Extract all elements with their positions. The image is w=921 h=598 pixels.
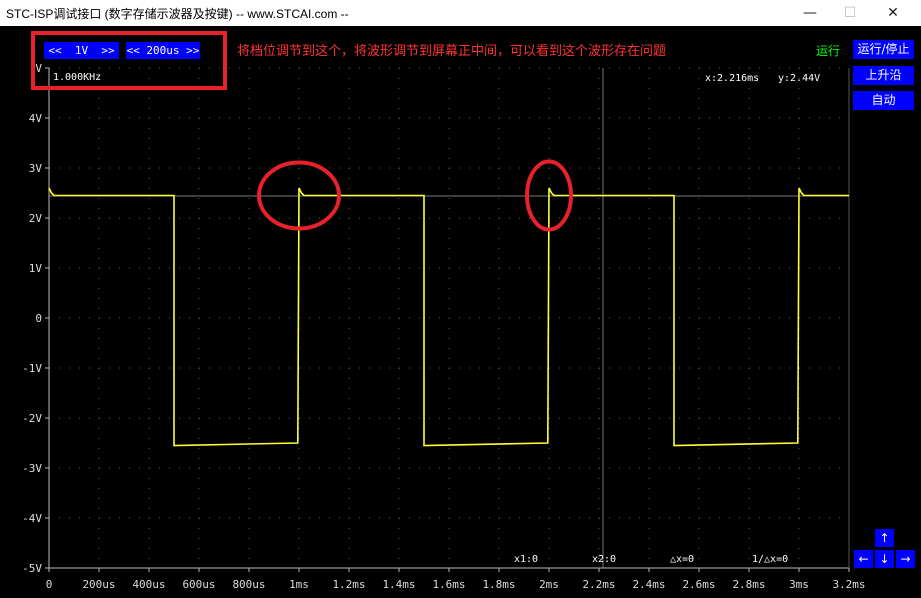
- run-stop-button[interactable]: 运行/停止: [853, 40, 914, 59]
- x-tick-label: 2.8ms: [732, 578, 765, 591]
- x-tick-label: 3.2ms: [832, 578, 865, 591]
- x-tick-label: 400us: [132, 578, 165, 591]
- y-tick-label: -1V: [22, 362, 42, 375]
- y-tick-label: 2V: [29, 212, 43, 225]
- x-tick-label: 1ms: [289, 578, 309, 591]
- arrow-up-icon[interactable]: ↑: [875, 529, 894, 547]
- x-tick-label: 600us: [182, 578, 215, 591]
- y-tick-label: -5V: [22, 562, 42, 575]
- run-status: 运行: [816, 44, 841, 58]
- highlight-box: [31, 31, 227, 90]
- y-tick-label: -3V: [22, 462, 42, 475]
- cursor-y-readout: y:2.44V: [778, 73, 820, 84]
- y-tick-label: -2V: [22, 412, 42, 425]
- cursor-x-readout: x:2.216ms: [705, 73, 759, 84]
- x1-readout: x1:0: [514, 554, 538, 565]
- delta-x-readout: △x=0: [670, 554, 694, 565]
- arrow-down-icon[interactable]: ↓: [875, 550, 894, 568]
- y-tick-label: 0: [35, 312, 42, 325]
- arrow-right-icon[interactable]: →: [896, 550, 915, 568]
- x-tick-label: 1.8ms: [482, 578, 515, 591]
- x-tick-label: 2.4ms: [632, 578, 665, 591]
- y-tick-label: 3V: [29, 162, 43, 175]
- arrow-left-icon[interactable]: ←: [854, 550, 873, 568]
- x2-readout: x2:0: [592, 554, 616, 565]
- x-tick-label: 2.2ms: [582, 578, 615, 591]
- x-tick-label: 800us: [232, 578, 265, 591]
- auto-button[interactable]: 自动: [853, 91, 914, 110]
- x-tick-label: 1.2ms: [332, 578, 365, 591]
- y-tick-label: 1V: [29, 262, 43, 275]
- x-tick-label: 0: [46, 578, 53, 591]
- inverse-delta-x-readout: 1/△x=0: [752, 554, 788, 565]
- x-tick-label: 2ms: [539, 578, 559, 591]
- y-tick-label: 4V: [29, 112, 43, 125]
- x-tick-label: 200us: [82, 578, 115, 591]
- x-tick-label: 1.4ms: [382, 578, 415, 591]
- x-tick-label: 1.6ms: [432, 578, 465, 591]
- rising-edge-button[interactable]: 上升沿: [853, 66, 914, 85]
- waveform-trace: [48, 187, 849, 447]
- y-tick-label: -4V: [22, 512, 42, 525]
- annotation-text: 将档位调节到这个，将波形调节到屏幕正中间，可以看到这个波形存在问题: [237, 44, 667, 59]
- x-tick-label: 2.6ms: [682, 578, 715, 591]
- x-tick-label: 3ms: [789, 578, 809, 591]
